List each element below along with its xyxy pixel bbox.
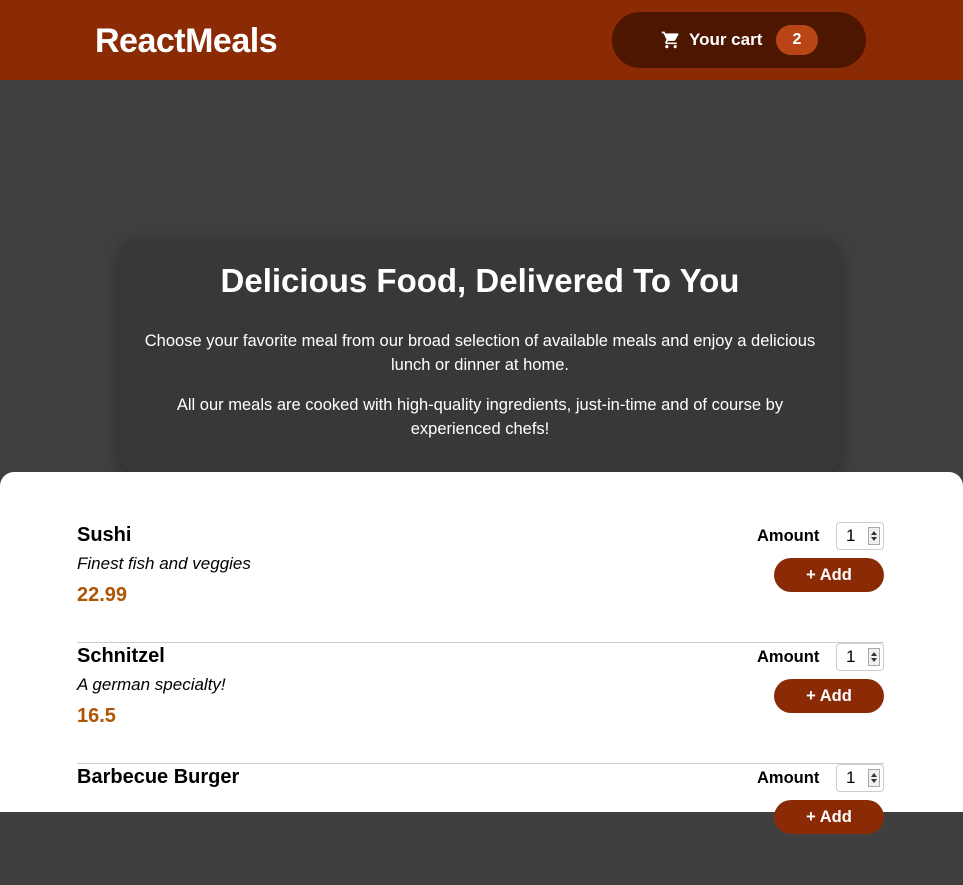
amount-value: 1 bbox=[846, 768, 856, 787]
add-button[interactable]: + Add bbox=[774, 679, 884, 713]
amount-stepper[interactable] bbox=[868, 648, 880, 666]
meals-summary: Delicious Food, Delivered To You Choose … bbox=[120, 239, 840, 472]
meal-name: Sushi bbox=[77, 524, 132, 546]
cart-count-badge: 2 bbox=[776, 25, 818, 55]
meal-item-sushi: Sushi Finest fish and veggies 22.99 Amou… bbox=[77, 522, 884, 643]
amount-value: 1 bbox=[846, 526, 856, 545]
add-button[interactable]: + Add bbox=[774, 558, 884, 592]
meal-item-barbecue-burger: Barbecue Burger Amount 1 + Add bbox=[77, 764, 884, 885]
cart-icon bbox=[661, 31, 679, 49]
meal-item-schnitzel: Schnitzel A german specialty! 16.5 Amoun… bbox=[77, 643, 884, 764]
brand-logo: ReactMeals bbox=[95, 22, 278, 60]
meal-description: Finest fish and veggies bbox=[77, 554, 251, 573]
cart-button[interactable]: Your cart 2 bbox=[612, 12, 866, 68]
meals-list: Sushi Finest fish and veggies 22.99 Amou… bbox=[0, 472, 963, 834]
summary-paragraph: Choose your favorite meal from our broad… bbox=[144, 332, 816, 374]
meal-description: A german specialty! bbox=[77, 675, 226, 694]
add-button[interactable]: + Add bbox=[774, 800, 884, 834]
amount-label: Amount bbox=[757, 769, 820, 787]
amount-label: Amount bbox=[757, 527, 820, 545]
summary-paragraph: All our meals are cooked with high-quali… bbox=[176, 396, 784, 438]
amount-value: 1 bbox=[846, 647, 856, 666]
meal-price: 16.5 bbox=[77, 705, 116, 727]
amount-input[interactable]: 1 bbox=[836, 522, 884, 550]
amount-stepper[interactable] bbox=[868, 769, 880, 787]
meal-price: 22.99 bbox=[77, 584, 128, 606]
amount-input[interactable]: 1 bbox=[836, 764, 884, 792]
app-header: ReactMeals Your cart 2 bbox=[0, 0, 963, 80]
amount-label: Amount bbox=[757, 648, 820, 666]
meal-name: Barbecue Burger bbox=[77, 766, 240, 788]
amount-input[interactable]: 1 bbox=[836, 643, 884, 671]
meal-name: Schnitzel bbox=[77, 645, 165, 667]
summary-title: Delicious Food, Delivered To You bbox=[220, 262, 740, 299]
amount-stepper[interactable] bbox=[868, 527, 880, 545]
cart-label: Your cart bbox=[689, 30, 763, 49]
